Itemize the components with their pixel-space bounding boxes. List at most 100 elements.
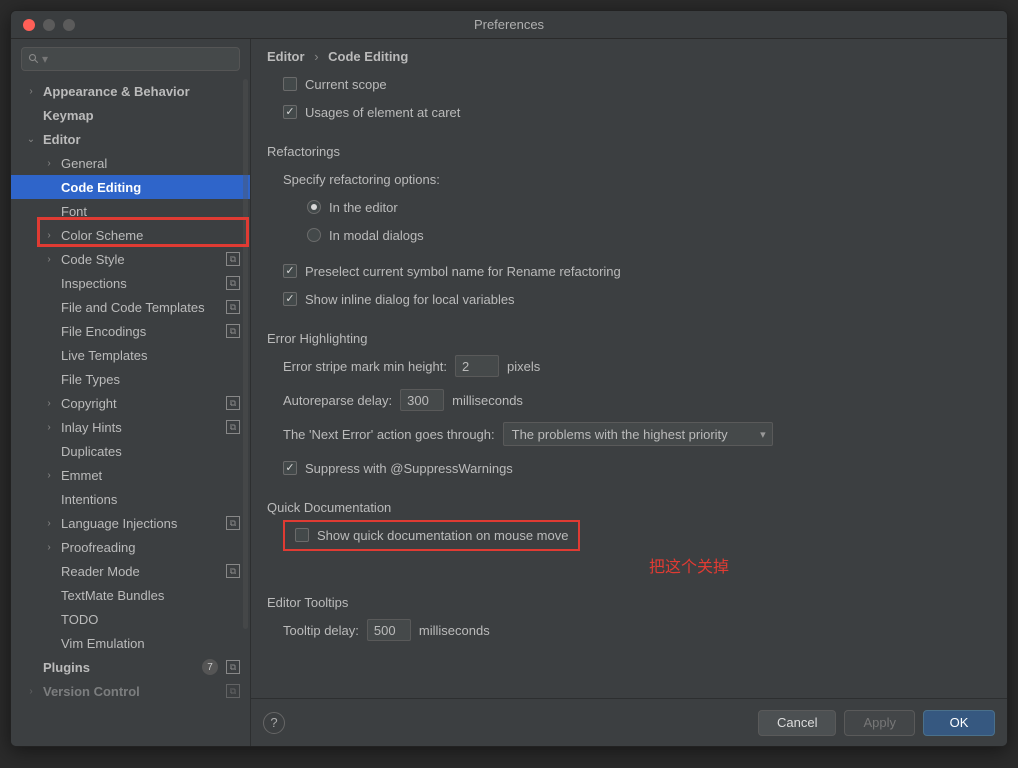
sidebar-item-textmate-bundles[interactable]: TextMate Bundles bbox=[11, 583, 250, 607]
chevron-right-icon[interactable]: › bbox=[43, 157, 55, 169]
sidebar-item-plugins[interactable]: Plugins7⧉ bbox=[11, 655, 250, 679]
chevron-right-icon[interactable]: › bbox=[43, 421, 55, 433]
sidebar-item-copyright[interactable]: ›Copyright⧉ bbox=[11, 391, 250, 415]
arrow-placeholder bbox=[43, 445, 55, 457]
annotation-text: 把这个关掉 bbox=[387, 553, 991, 577]
badge-count: 7 bbox=[202, 659, 218, 675]
sidebar-item-label: File and Code Templates bbox=[61, 300, 222, 315]
chevron-right-icon[interactable]: › bbox=[43, 397, 55, 409]
sidebar-item-label: Keymap bbox=[43, 108, 240, 123]
sidebar-item-todo[interactable]: TODO bbox=[11, 607, 250, 631]
arrow-placeholder bbox=[43, 205, 55, 217]
sidebar-item-proofreading[interactable]: › Proofreading bbox=[11, 535, 250, 559]
project-level-icon: ⧉ bbox=[226, 300, 240, 314]
sidebar-item-inspections[interactable]: Inspections⧉ bbox=[11, 271, 250, 295]
quick-doc-checkbox[interactable] bbox=[295, 528, 309, 542]
apply-button[interactable]: Apply bbox=[844, 710, 915, 736]
sidebar-item-file-and-code-templates[interactable]: File and Code Templates ⧉ bbox=[11, 295, 250, 319]
chevron-right-icon[interactable]: › bbox=[25, 85, 37, 97]
sidebar-item-keymap[interactable]: Keymap bbox=[11, 103, 250, 127]
sidebar-item-color-scheme[interactable]: ›Color Scheme bbox=[11, 223, 250, 247]
sidebar-item-label: General bbox=[61, 156, 240, 171]
breadcrumb-parent[interactable]: Editor bbox=[267, 49, 305, 64]
ok-button[interactable]: OK bbox=[923, 710, 995, 736]
refactorings-section-title: Refactorings bbox=[267, 144, 991, 159]
sidebar-item-live-templates[interactable]: Live Templates bbox=[11, 343, 250, 367]
sidebar-item-label: Code Editing bbox=[61, 180, 240, 195]
next-error-value: The problems with the highest priority bbox=[512, 427, 728, 442]
sidebar-item-label: Proofreading bbox=[61, 540, 240, 555]
sidebar-scrollbar[interactable] bbox=[243, 79, 248, 629]
inline-dialog-checkbox[interactable] bbox=[283, 292, 297, 306]
current-scope-checkbox[interactable] bbox=[283, 77, 297, 91]
in-editor-label: In the editor bbox=[329, 200, 398, 215]
sidebar-item-label: File Types bbox=[61, 372, 240, 387]
in-editor-radio[interactable] bbox=[307, 200, 321, 214]
sidebar-item-version-control[interactable]: ›Version Control⧉ bbox=[11, 679, 250, 703]
arrow-placeholder bbox=[43, 373, 55, 385]
titlebar: Preferences bbox=[11, 11, 1007, 39]
project-level-icon: ⧉ bbox=[226, 516, 240, 530]
project-level-icon: ⧉ bbox=[226, 564, 240, 578]
usages-at-caret-checkbox[interactable] bbox=[283, 105, 297, 119]
sidebar-item-editor[interactable]: ⌄Editor bbox=[11, 127, 250, 151]
suppress-label: Suppress with @SuppressWarnings bbox=[305, 461, 513, 476]
search-input[interactable]: ▾ bbox=[21, 47, 240, 71]
chevron-right-icon[interactable]: › bbox=[25, 685, 37, 697]
chevron-right-icon[interactable]: › bbox=[43, 541, 55, 553]
sidebar-item-label: Inspections bbox=[61, 276, 222, 291]
stripe-height-label: Error stripe mark min height: bbox=[283, 359, 447, 374]
sidebar-item-general[interactable]: › General bbox=[11, 151, 250, 175]
chevron-down-icon[interactable]: ⌄ bbox=[25, 133, 37, 145]
sidebar-item-inlay-hints[interactable]: ›Inlay Hints⧉ bbox=[11, 415, 250, 439]
next-error-select[interactable]: The problems with the highest priority bbox=[503, 422, 773, 446]
sidebar-item-code-style[interactable]: ›Code Style⧉ bbox=[11, 247, 250, 271]
tooltip-delay-label: Tooltip delay: bbox=[283, 623, 359, 638]
suppress-checkbox[interactable] bbox=[283, 461, 297, 475]
help-button[interactable]: ? bbox=[263, 712, 285, 734]
arrow-placeholder bbox=[43, 325, 55, 337]
sidebar-item-duplicates[interactable]: Duplicates bbox=[11, 439, 250, 463]
current-scope-label: Current scope bbox=[305, 77, 387, 92]
sidebar-item-label: Reader Mode bbox=[61, 564, 222, 579]
tooltips-section-title: Editor Tooltips bbox=[267, 595, 991, 610]
chevron-right-icon: › bbox=[314, 49, 318, 64]
close-window-icon[interactable] bbox=[23, 19, 35, 31]
sidebar-item-font[interactable]: Font bbox=[11, 199, 250, 223]
preferences-window: Preferences ▾ ›Appearance & Behavior Keym… bbox=[10, 10, 1008, 747]
sidebar-item-label: Emmet bbox=[61, 468, 240, 483]
arrow-placeholder bbox=[43, 277, 55, 289]
sidebar-item-code-editing[interactable]: Code Editing bbox=[11, 175, 250, 199]
chevron-right-icon[interactable]: › bbox=[43, 469, 55, 481]
in-modal-radio[interactable] bbox=[307, 228, 321, 242]
arrow-placeholder bbox=[25, 661, 37, 673]
arrow-placeholder bbox=[43, 637, 55, 649]
chevron-right-icon[interactable]: › bbox=[43, 229, 55, 241]
minimize-window-icon[interactable] bbox=[43, 19, 55, 31]
sidebar-item-reader-mode[interactable]: Reader Mode ⧉ bbox=[11, 559, 250, 583]
preselect-checkbox[interactable] bbox=[283, 264, 297, 278]
zoom-window-icon[interactable] bbox=[63, 19, 75, 31]
project-level-icon: ⧉ bbox=[226, 324, 240, 338]
sidebar-item-emmet[interactable]: › Emmet bbox=[11, 463, 250, 487]
next-error-label: The 'Next Error' action goes through: bbox=[283, 427, 495, 442]
cancel-button[interactable]: Cancel bbox=[758, 710, 836, 736]
sidebar-item-file-types[interactable]: File Types bbox=[11, 367, 250, 391]
chevron-right-icon[interactable]: › bbox=[43, 253, 55, 265]
autoreparse-unit: milliseconds bbox=[452, 393, 523, 408]
autoreparse-input[interactable] bbox=[400, 389, 444, 411]
arrow-placeholder bbox=[43, 349, 55, 361]
sidebar-item-intentions[interactable]: Intentions bbox=[11, 487, 250, 511]
arrow-placeholder bbox=[43, 301, 55, 313]
sidebar: ▾ ›Appearance & Behavior Keymap ⌄Editor › Ge… bbox=[11, 39, 251, 746]
stripe-height-input[interactable] bbox=[455, 355, 499, 377]
in-modal-label: In modal dialogs bbox=[329, 228, 424, 243]
sidebar-item-vim-emulation[interactable]: Vim Emulation bbox=[11, 631, 250, 655]
chevron-right-icon[interactable]: › bbox=[43, 517, 55, 529]
sidebar-item-appearance-behavior[interactable]: ›Appearance & Behavior bbox=[11, 79, 250, 103]
tooltip-delay-input[interactable] bbox=[367, 619, 411, 641]
specify-refactoring-label: Specify refactoring options: bbox=[283, 172, 440, 187]
sidebar-item-label: Vim Emulation bbox=[61, 636, 240, 651]
sidebar-item-file-encodings[interactable]: File Encodings⧉ bbox=[11, 319, 250, 343]
sidebar-item-language-injections[interactable]: ›Language Injections⧉ bbox=[11, 511, 250, 535]
